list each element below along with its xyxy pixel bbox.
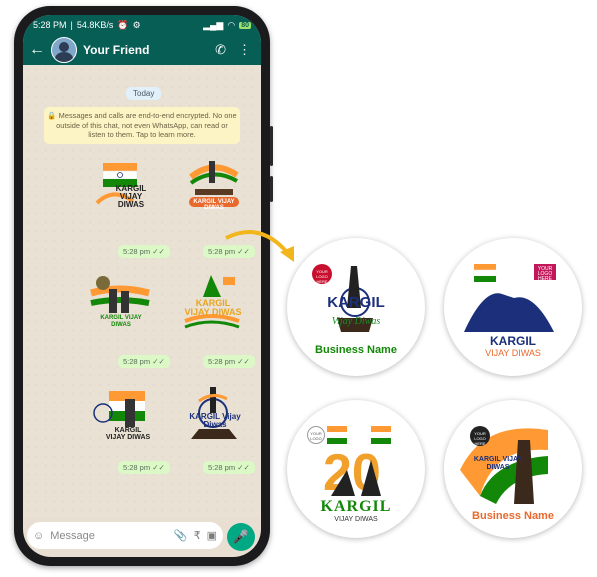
emoji-icon[interactable]: ☺ — [33, 530, 44, 542]
sticker-message[interactable]: KARGIL VIJAY DIWAS — [181, 271, 243, 333]
chat-area[interactable]: Today 🔒 Messages and calls are end-to-en… — [23, 65, 261, 517]
business-name: Business Name — [472, 510, 554, 522]
status-time: 5:28 PM — [33, 20, 67, 30]
add-call-icon[interactable]: ✆ — [215, 42, 226, 58]
encryption-notice[interactable]: 🔒 Messages and calls are end-to-end encr… — [44, 107, 240, 144]
circle-subtitle: VIJAY DIWAS — [485, 348, 541, 358]
status-bar: 5:28 PM | 54.8KB/s ⏰ ⚙ ▂▄▆ ◠ 80 — [23, 15, 261, 35]
avatar[interactable] — [51, 37, 77, 63]
circle-title: KARGIL — [490, 334, 536, 348]
sticker-preview-circle: YOUR LOGO HERE KARGIL VIJAY DIWAS Busine… — [444, 400, 582, 538]
sticker-message[interactable]: KARGIL Vijay Diwas — [183, 383, 245, 445]
encryption-text: Messages and calls are end-to-end encryp… — [56, 111, 237, 139]
attach-icon[interactable]: 📎 — [174, 529, 188, 542]
message-input[interactable]: Message — [50, 530, 168, 542]
business-name: Business Name — [315, 344, 397, 356]
alarm-icon: ⏰ — [117, 19, 129, 30]
more-options-icon[interactable]: ⋮ — [238, 42, 251, 58]
sticker-preview-circle: YOUR LOGO HERE KARGIL VIJAY DIWAS — [444, 238, 582, 376]
battery-icon: 80 — [239, 21, 251, 29]
sticker-message[interactable]: KARGIL VIJAY DIWAS — [89, 271, 151, 333]
circle-title: KARGIL — [320, 498, 392, 515]
sticker-text: KARGIL VIJAY DIWAS — [193, 199, 235, 211]
sticker-preview-circle: YOUR LOGO HERE KARGIL Vijay Diwas Busine… — [287, 238, 425, 376]
sticker-message[interactable]: KARGIL VIJAY DIWAS — [183, 157, 245, 219]
back-arrow-icon[interactable]: ← — [29, 41, 45, 59]
circle-title: KARGIL — [327, 294, 385, 311]
sticker-message[interactable]: KARGIL VIJAY DIWAS — [93, 157, 155, 219]
sticker-message[interactable]: KARGIL VIJAY DIWAS — [91, 385, 153, 447]
message-time: 5:28 pm ✓✓ — [118, 461, 170, 474]
message-time: 5:28 pm ✓✓ — [203, 355, 255, 368]
message-time: 5:28 pm ✓✓ — [203, 461, 255, 474]
sticker-text: KARGIL VIJAY DIWAS — [105, 427, 151, 441]
sticker-text: KARGIL VIJAY DIWAS — [184, 298, 242, 317]
volume-button — [270, 126, 273, 166]
message-compose-bar[interactable]: ☺ Message 📎 ₹ ▣ — [27, 522, 223, 549]
mic-icon[interactable]: 🎤 — [227, 523, 255, 551]
network-speed: 54.8KB/s — [76, 20, 114, 30]
sticker-text: KARGIL VIJAY DIWAS — [115, 184, 147, 209]
sticker-text: KARGIL VIJAY DIWAS — [100, 315, 142, 328]
circle-subtitle: VIJAY DIWAS — [334, 516, 378, 523]
phone-frame: 5:28 PM | 54.8KB/s ⏰ ⚙ ▂▄▆ ◠ 80 ← Your F… — [14, 6, 273, 566]
power-button — [270, 176, 273, 202]
signal-icon: ▂▄▆ — [203, 19, 224, 30]
sticker-text: KARGIL Vijay Diwas — [189, 412, 241, 429]
logo-badge: YOUR LOGO HERE — [470, 426, 490, 446]
contact-name[interactable]: Your Friend — [83, 43, 209, 57]
wifi-icon: ◠ — [227, 19, 236, 30]
message-time: 5:28 pm ✓✓ — [118, 355, 170, 368]
message-time: 5:28 pm ✓✓ — [118, 245, 170, 258]
circle-subtitle: Vijay Diwas — [331, 316, 381, 327]
settings-icon: ⚙ — [132, 19, 141, 30]
camera-icon[interactable]: ▣ — [207, 529, 217, 542]
phone-screen: 5:28 PM | 54.8KB/s ⏰ ⚙ ▂▄▆ ◠ 80 ← Your F… — [23, 15, 261, 557]
rupee-icon[interactable]: ₹ — [194, 529, 201, 542]
date-badge: Today — [126, 87, 162, 100]
sticker-preview-circle: YOUR LOGO 20 KARGIL VIJAY DIWAS — [287, 400, 425, 538]
chat-header: ← Your Friend ✆ ⋮ — [23, 35, 261, 65]
circle-title: KARGIL VIJAY DIWAS — [473, 456, 523, 471]
